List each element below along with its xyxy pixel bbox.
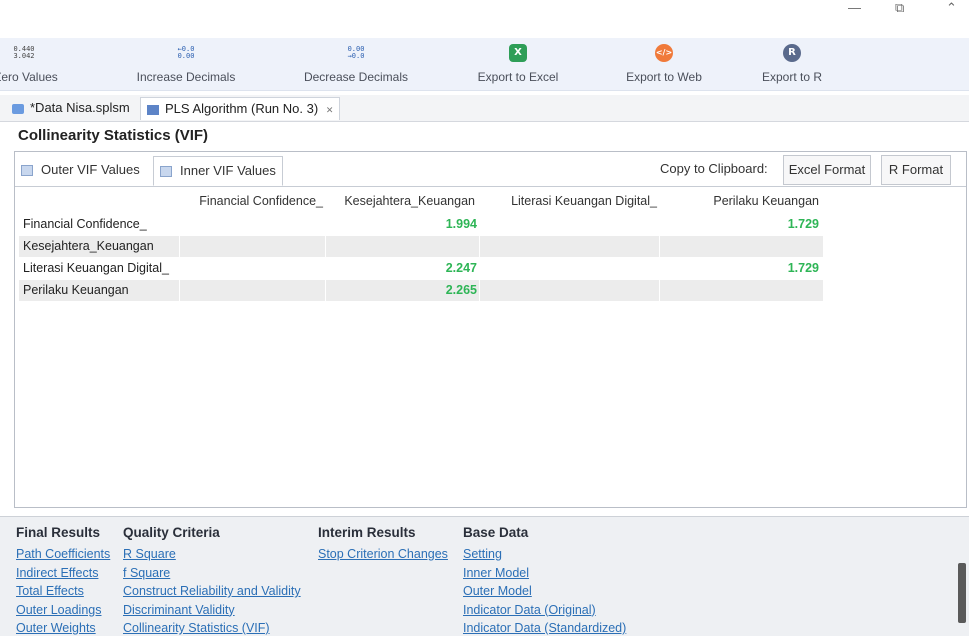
table-cell: 1.729: [787, 217, 819, 231]
minimize-icon[interactable]: —: [848, 0, 861, 15]
tab-outer-vif[interactable]: Outer VIF Values: [15, 156, 146, 184]
tab-close-icon[interactable]: ✕: [326, 105, 334, 115]
table-row: Financial Confidence_ 1.994 1.729: [19, 214, 823, 235]
excel-format-button[interactable]: Excel Format: [783, 155, 871, 185]
link-construct-reliability[interactable]: Construct Reliability and Validity: [123, 582, 301, 601]
link-discriminant-validity[interactable]: Discriminant Validity: [123, 601, 301, 620]
row-label: Kesejahtera_Keuangan: [23, 239, 154, 253]
section-title: Quality Criteria: [123, 525, 220, 540]
column-header: Financial Confidence_: [199, 194, 323, 208]
table-row: Literasi Keuangan Digital_ 2.247 1.729: [19, 258, 823, 279]
quality-criteria-section: Quality Criteria R Square f Square Const…: [123, 525, 301, 638]
table-cell: 1.994: [445, 217, 477, 231]
tab-inner-vif[interactable]: Inner VIF Values: [153, 156, 283, 186]
column-header: Literasi Keuangan Digital_: [511, 194, 657, 208]
export-web-button[interactable]: </> Export to Web: [619, 42, 709, 84]
vertical-scrollbar[interactable]: [958, 563, 966, 623]
column-header: Perilaku Keuangan: [713, 194, 819, 208]
increase-decimals-icon: ←0.0 0.00: [177, 45, 195, 60]
table-icon: [160, 166, 172, 178]
base-data-section: Base Data Setting Inner Model Outer Mode…: [463, 525, 626, 638]
report-icon: [147, 104, 159, 115]
link-inner-model[interactable]: Inner Model: [463, 564, 626, 583]
link-total-effects[interactable]: Total Effects: [16, 582, 110, 601]
link-stop-criterion[interactable]: Stop Criterion Changes: [318, 545, 448, 564]
title-bar: — ⧉ ⌃: [0, 0, 969, 18]
link-path-coefficients[interactable]: Path Coefficients: [16, 545, 110, 564]
tab-pls-algorithm[interactable]: PLS Algorithm (Run No. 3) ✕: [140, 97, 341, 120]
page-title: Collinearity Statistics (VIF): [18, 127, 209, 144]
link-setting[interactable]: Setting: [463, 545, 626, 564]
vif-subtabs: Outer VIF Values Inner VIF Values Copy t…: [15, 152, 966, 187]
table-icon: [21, 165, 33, 177]
increase-decimals-label: Increase Decimals: [136, 70, 236, 84]
zero-values-icon: 0.440 3.042: [13, 45, 35, 60]
table-cell: 2.265: [445, 283, 477, 297]
editor-tabs: *Data Nisa.splsm PLS Algorithm (Run No. …: [0, 95, 969, 122]
export-excel-button[interactable]: X Export to Excel: [473, 42, 563, 84]
table-row: Perilaku Keuangan 2.265: [19, 280, 823, 301]
table-row: Kesejahtera_Keuangan: [19, 236, 823, 257]
data-file-icon: [12, 103, 24, 114]
restore-icon[interactable]: ⧉: [895, 0, 904, 16]
export-excel-label: Export to Excel: [477, 70, 559, 84]
link-outer-loadings[interactable]: Outer Loadings: [16, 601, 110, 620]
decrease-decimals-icon: 0.00 →0.0: [347, 45, 365, 60]
export-r-label: Export to R: [761, 70, 823, 84]
excel-icon: X: [509, 44, 527, 62]
section-title: Base Data: [463, 525, 529, 540]
decrease-decimals-button[interactable]: 0.00 →0.0 Decrease Decimals: [300, 42, 412, 85]
tab-inner-vif-label: Inner VIF Values: [180, 163, 276, 178]
link-outer-model[interactable]: Outer Model: [463, 582, 626, 601]
link-f-square[interactable]: f Square: [123, 564, 301, 583]
table-cell: 2.247: [445, 261, 477, 275]
row-label: Financial Confidence_: [23, 217, 147, 231]
interim-results-section: Interim Results Stop Criterion Changes: [318, 525, 448, 564]
vif-panel: Outer VIF Values Inner VIF Values Copy t…: [14, 151, 967, 508]
zero-values-button[interactable]: 0.440 3.042 Zero Values: [0, 42, 58, 85]
tab-data-file[interactable]: *Data Nisa.splsm: [6, 97, 136, 119]
table-cell: 1.729: [787, 261, 819, 275]
export-web-label: Export to Web: [626, 70, 702, 84]
toolbar: 0.440 3.042 Zero Values ←0.0 0.00 Increa…: [0, 38, 969, 91]
tab-pls-algorithm-label: PLS Algorithm (Run No. 3): [165, 101, 319, 116]
decrease-decimals-label: Decrease Decimals: [303, 70, 409, 84]
export-r-button[interactable]: R Export to R: [757, 42, 827, 84]
tab-data-file-label: *Data Nisa.splsm: [30, 100, 130, 115]
section-title: Interim Results: [318, 525, 416, 540]
web-icon: </>: [655, 44, 673, 62]
row-label: Literasi Keuangan Digital_: [23, 261, 169, 275]
r-icon: R: [783, 44, 801, 62]
tab-outer-vif-label: Outer VIF Values: [41, 162, 140, 177]
link-indirect-effects[interactable]: Indirect Effects: [16, 564, 110, 583]
section-title: Final Results: [16, 525, 101, 540]
results-navigation: Final Results Path Coefficients Indirect…: [0, 516, 969, 636]
link-r-square[interactable]: R Square: [123, 545, 301, 564]
row-label: Perilaku Keuangan: [23, 283, 129, 297]
zero-values-label: Zero Values: [0, 70, 58, 84]
r-format-button[interactable]: R Format: [881, 155, 951, 185]
column-header: Kesejahtera_Keuangan: [344, 194, 475, 208]
link-indicator-original[interactable]: Indicator Data (Original): [463, 601, 626, 620]
copy-clipboard-label: Copy to Clipboard:: [660, 161, 768, 176]
increase-decimals-button[interactable]: ←0.0 0.00 Increase Decimals: [134, 42, 238, 85]
close-icon[interactable]: ⌃: [946, 0, 957, 16]
final-results-section: Final Results Path Coefficients Indirect…: [16, 525, 110, 638]
